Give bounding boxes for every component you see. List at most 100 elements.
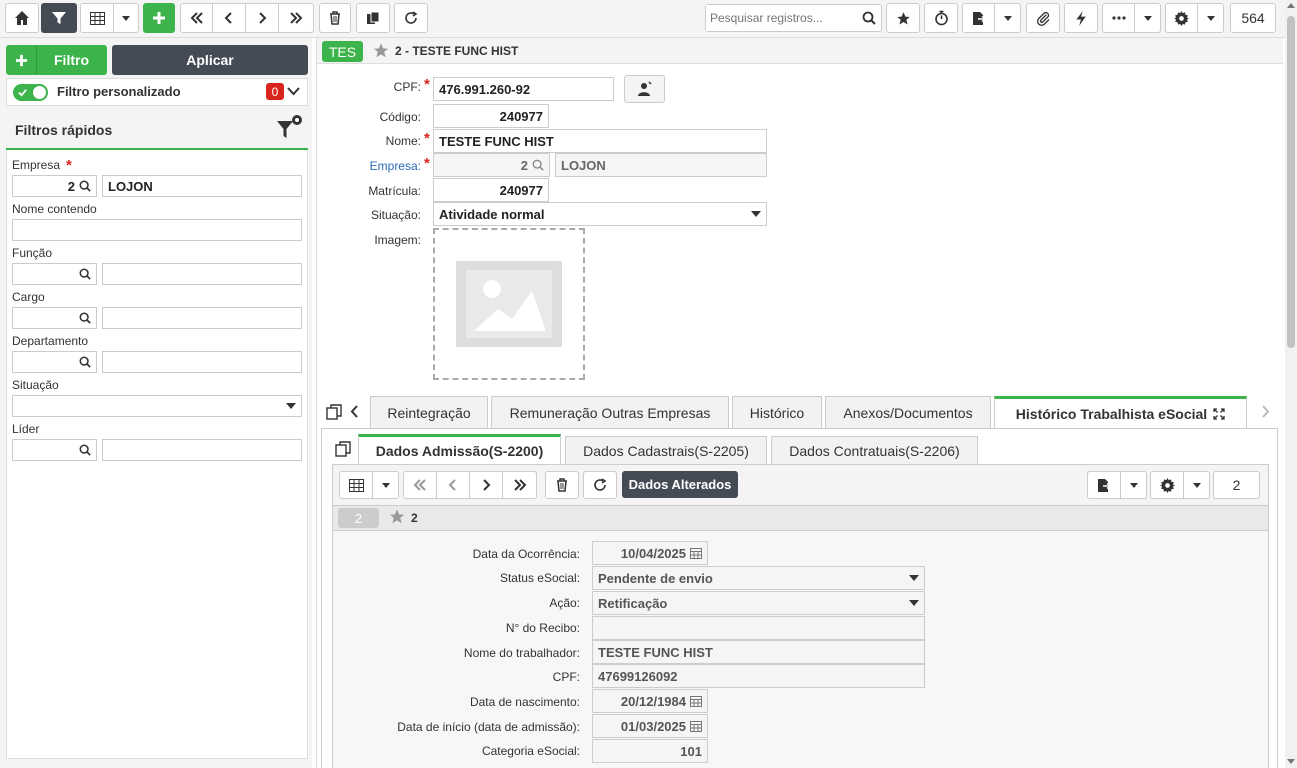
- search-icon[interactable]: [862, 11, 876, 25]
- sub-export-button[interactable]: [1087, 471, 1121, 499]
- subtab-admissao[interactable]: Dados Admissão(S-2200): [358, 434, 561, 465]
- copy-subtabs-icon[interactable]: [335, 441, 351, 457]
- matricula-input[interactable]: 240977: [433, 178, 549, 202]
- tab-anexos[interactable]: Anexos/Documentos: [825, 396, 991, 428]
- nome-input[interactable]: TESTE FUNC HIST: [433, 129, 767, 153]
- sub-grid-view-dropdown[interactable]: [372, 471, 399, 499]
- filter-cargo-code[interactable]: [12, 307, 97, 329]
- chevron-down-icon[interactable]: [287, 87, 300, 96]
- filter-lider-code[interactable]: [12, 439, 97, 461]
- sub-grid-view-button[interactable]: [339, 471, 373, 499]
- scrollbar-down-arrow[interactable]: [1287, 759, 1295, 764]
- settings-button[interactable]: [1165, 3, 1198, 33]
- sub-delete-button[interactable]: [545, 471, 579, 499]
- filter-departamento-name[interactable]: [102, 351, 302, 373]
- categoria-input[interactable]: 101: [592, 739, 708, 763]
- sub-previous-button[interactable]: [436, 471, 470, 499]
- timer-button[interactable]: [924, 3, 958, 33]
- next-record-button[interactable]: [245, 3, 279, 33]
- filter-situacao-select[interactable]: [12, 395, 302, 417]
- filter-toggle-button[interactable]: [41, 3, 77, 33]
- attachments-button[interactable]: [1026, 3, 1060, 33]
- search-icon[interactable]: [79, 444, 91, 456]
- search-input[interactable]: [706, 5, 856, 31]
- image-upload-area[interactable]: [433, 228, 585, 380]
- funnel-settings-icon[interactable]: [276, 114, 304, 142]
- apply-filter-button[interactable]: Aplicar: [112, 45, 308, 75]
- nome-trabalhador-input[interactable]: TESTE FUNC HIST: [592, 640, 925, 664]
- first-record-button[interactable]: [180, 3, 213, 33]
- sub-settings-button[interactable]: [1150, 471, 1184, 499]
- filter-nome-input[interactable]: [12, 219, 302, 241]
- tab-reintegracao[interactable]: Reintegração: [370, 396, 488, 428]
- subtab-contratuais[interactable]: Dados Contratuais(S-2206): [771, 436, 978, 465]
- settings-dropdown[interactable]: [1197, 3, 1224, 33]
- last-record-button[interactable]: [278, 3, 314, 33]
- tabs-scroll-right-icon[interactable]: [1261, 405, 1270, 418]
- codigo-input[interactable]: 240977: [433, 104, 549, 128]
- export-button[interactable]: [962, 3, 995, 33]
- tab-historico[interactable]: Histórico: [732, 396, 822, 428]
- calendar-icon[interactable]: [690, 695, 702, 707]
- star-icon[interactable]: [388, 508, 406, 525]
- more-dropdown[interactable]: [1134, 3, 1161, 33]
- sub-first-button[interactable]: [403, 471, 437, 499]
- add-record-button[interactable]: [143, 3, 175, 33]
- nascimento-input[interactable]: 20/12/1984: [592, 689, 708, 713]
- filter-empresa-code[interactable]: 2: [12, 175, 97, 197]
- person-lookup-button[interactable]: [624, 75, 665, 103]
- actions-button[interactable]: [1064, 3, 1098, 33]
- grid-view-dropdown[interactable]: [113, 3, 139, 33]
- refresh-button[interactable]: [394, 3, 428, 33]
- filter-funcao-code[interactable]: [12, 263, 97, 285]
- tab-historico-esocial[interactable]: Histórico Trabalhista eSocial: [994, 396, 1247, 429]
- sub-next-button[interactable]: [469, 471, 503, 499]
- add-filter-button[interactable]: Filtro: [6, 45, 107, 75]
- delete-button[interactable]: [319, 3, 351, 33]
- search-icon[interactable]: [532, 159, 544, 171]
- home-button[interactable]: [5, 3, 39, 33]
- sub-refresh-button[interactable]: [583, 471, 617, 499]
- search-icon[interactable]: [79, 356, 91, 368]
- tab-remuneracao[interactable]: Remuneração Outras Empresas: [491, 396, 729, 428]
- acao-select[interactable]: Retificação: [592, 591, 925, 615]
- search-icon[interactable]: [79, 312, 91, 324]
- situacao-select[interactable]: Atividade normal: [433, 202, 767, 226]
- data-inicio-input[interactable]: 01/03/2025: [592, 714, 708, 738]
- sub-last-button[interactable]: [502, 471, 537, 499]
- empresa-code-input[interactable]: 2: [433, 153, 550, 177]
- sub-settings-dropdown[interactable]: [1183, 471, 1210, 499]
- recibo-input[interactable]: [592, 616, 925, 640]
- data-ocorrencia-input[interactable]: 10/04/2025: [592, 541, 708, 565]
- tabs-scroll-left-icon[interactable]: [350, 405, 359, 418]
- esocial-cpf-input[interactable]: 47699126092: [592, 664, 925, 688]
- calendar-icon[interactable]: [690, 547, 702, 559]
- previous-record-button[interactable]: [212, 3, 246, 33]
- scrollbar-thumb[interactable]: [1287, 16, 1295, 348]
- more-button[interactable]: [1102, 3, 1135, 33]
- filter-cargo-name[interactable]: [102, 307, 302, 329]
- search-box[interactable]: [705, 4, 882, 32]
- status-esocial-select[interactable]: Pendente de envio: [592, 566, 925, 590]
- expand-icon[interactable]: [1213, 408, 1225, 420]
- filter-lider-name[interactable]: [102, 439, 302, 461]
- search-icon[interactable]: [79, 180, 91, 192]
- filter-empresa-name[interactable]: LOJON: [102, 175, 302, 197]
- changed-data-button[interactable]: Dados Alterados: [622, 471, 738, 498]
- cpf-input[interactable]: 476.991.260-92: [433, 77, 614, 101]
- filter-departamento-code[interactable]: [12, 351, 97, 373]
- export-dropdown[interactable]: [994, 3, 1021, 33]
- star-icon[interactable]: [372, 42, 390, 59]
- subtab-cadastrais[interactable]: Dados Cadastrais(S-2205): [565, 436, 767, 465]
- copy-tabs-icon[interactable]: [326, 404, 342, 420]
- empresa-label[interactable]: Empresa:: [340, 159, 421, 173]
- calendar-icon[interactable]: [690, 720, 702, 732]
- copy-button[interactable]: [356, 3, 390, 33]
- sub-export-dropdown[interactable]: [1120, 471, 1147, 499]
- filter-funcao-name[interactable]: [102, 263, 302, 285]
- custom-filter-toggle[interactable]: [13, 84, 48, 101]
- favorite-button[interactable]: [886, 3, 920, 33]
- grid-view-button[interactable]: [80, 3, 114, 33]
- search-icon[interactable]: [79, 268, 91, 280]
- scrollbar-up-arrow[interactable]: [1287, 3, 1295, 8]
